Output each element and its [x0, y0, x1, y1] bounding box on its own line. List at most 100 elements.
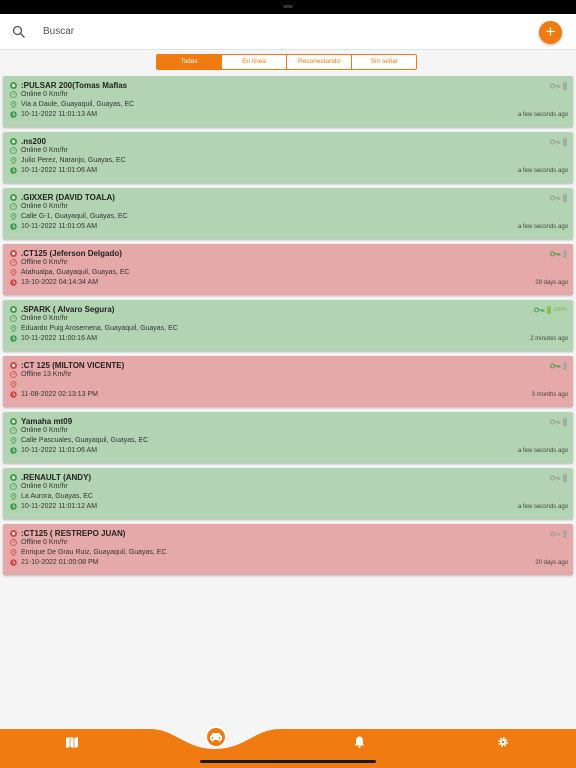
tab-reconectando[interactable]: Reconectando: [286, 54, 352, 70]
battery-icon: [563, 418, 567, 426]
last-update-relative: 2 minutes ago: [530, 336, 568, 342]
key-icon: [550, 195, 561, 201]
device-card[interactable]: Yamaha mt09 Online 0 Km/hr Calle Pascual…: [3, 412, 573, 463]
device-address: Calle Pascuales, Guayaquil, Guayas, EC: [21, 437, 149, 444]
filter-tabs: Todas En línea Reconectando Sin señal: [156, 54, 417, 70]
location-pin-icon: [10, 381, 17, 388]
device-status-icons: [550, 82, 567, 90]
device-card[interactable]: .ns200 Online 0 Km/hr Julio Perez, Naran…: [3, 132, 573, 183]
device-timestamp: 10-11-2022 11:01:06 AM: [21, 167, 98, 174]
speedometer-icon: [10, 315, 17, 322]
device-name: :CT125 ( RESTREPO JUAN): [21, 529, 126, 538]
speedometer-icon: [10, 483, 17, 490]
clock-icon: [10, 223, 17, 230]
device-status: Online 0 Km/hr: [21, 483, 68, 490]
battery-icon: [563, 362, 567, 370]
device-address: Eduardo Puig Arosemena, Guayaquil, Guaya…: [21, 325, 178, 332]
key-icon: [550, 139, 561, 145]
device-status: Offline 13 Km/hr: [21, 371, 72, 378]
gear-icon[interactable]: [497, 736, 509, 748]
map-icon[interactable]: [66, 737, 78, 748]
status-dot-icon: [10, 530, 17, 537]
last-update-relative: 20 days ago: [535, 560, 568, 566]
clock-icon: [10, 559, 17, 566]
location-pin-icon: [10, 269, 17, 276]
battery-icon: [563, 530, 567, 538]
battery-icon: [563, 194, 567, 202]
tab-todas[interactable]: Todas: [156, 54, 222, 70]
device-card[interactable]: :CT 125 (MILTON VICENTE) Offline 13 Km/h…: [3, 356, 573, 407]
device-card[interactable]: .GIXXER (DAVID TOALA) Online 0 Km/hr Cal…: [3, 188, 573, 239]
device-address: La Aurora, Guayas, EC: [21, 493, 93, 500]
location-pin-icon: [10, 437, 17, 444]
status-dot-icon: [10, 82, 17, 89]
speedometer-icon: [10, 203, 17, 210]
add-device-button[interactable]: +: [539, 21, 562, 44]
key-icon: [550, 475, 561, 481]
clock-icon: [10, 167, 17, 174]
speedometer-icon: [10, 539, 17, 546]
device-address: Enrique De Grau Ruiz, Guayaquil, Guayas,…: [21, 549, 167, 556]
device-status-icons: [550, 474, 567, 482]
search-header: Buscar +: [0, 14, 576, 50]
device-status: Online 0 Km/hr: [21, 315, 68, 322]
clock-icon: [10, 391, 17, 398]
location-pin-icon: [10, 157, 17, 164]
key-icon: [550, 83, 561, 89]
device-name: .SPARK ( Alvaro Segura): [21, 305, 115, 314]
location-pin-icon: [10, 493, 17, 500]
device-card[interactable]: .SPARK ( Alvaro Segura) Online 0 Km/hr E…: [3, 300, 573, 351]
device-list: :PULSAR 200(Tomas Maflas Online 0 Km/hr …: [3, 76, 573, 580]
device-address: Atahualpa, Guayaquil, Guayas, EC: [21, 269, 130, 276]
last-update-relative: 28 days ago: [535, 280, 568, 286]
device-card[interactable]: :PULSAR 200(Tomas Maflas Online 0 Km/hr …: [3, 76, 573, 127]
location-pin-icon: [10, 325, 17, 332]
device-name: .CT125 (Jeferson Delgado): [21, 249, 122, 258]
last-update-relative: a few seconds ago: [517, 224, 568, 230]
clock-icon: [10, 111, 17, 118]
search-icon[interactable]: [12, 25, 26, 39]
status-dot-icon: [10, 250, 17, 257]
device-status-icons: [550, 250, 567, 258]
device-card[interactable]: .CT125 (Jeferson Delgado) Offline 0 Km/h…: [3, 244, 573, 295]
device-card[interactable]: :CT125 ( RESTREPO JUAN) Offline 0 Km/hr …: [3, 524, 573, 575]
device-status: Offline 0 Km/hr: [21, 259, 68, 266]
speedometer-icon: [10, 147, 17, 154]
device-timestamp: 13-10-2022 04:14:34 AM: [21, 279, 99, 286]
battery-percent: 100%: [552, 307, 567, 313]
device-timestamp: 10-11-2022 11:01:06 AM: [21, 447, 98, 454]
status-dot-icon: [10, 194, 17, 201]
device-timestamp: 10-11-2022 11:01:12 AM: [21, 503, 98, 510]
status-dot-icon: [10, 474, 17, 481]
device-status-icons: [550, 418, 567, 426]
key-icon: [550, 419, 561, 425]
battery-icon: [546, 306, 551, 314]
device-address: Calle G-1, Guayaquil, Guayas, EC: [21, 213, 128, 220]
status-bar: [0, 0, 576, 14]
search-input[interactable]: Buscar: [43, 26, 74, 37]
device-status: Online 0 Km/hr: [21, 427, 68, 434]
device-status: Online 0 Km/hr: [21, 91, 68, 98]
device-status-icons: [550, 138, 567, 146]
device-name: Yamaha mt09: [21, 417, 73, 426]
device-card[interactable]: .RENAULT (ANDY) Online 0 Km/hr La Aurora…: [3, 468, 573, 519]
tab-sin-senal[interactable]: Sin señal: [351, 54, 417, 70]
device-name: .GIXXER (DAVID TOALA): [21, 193, 115, 202]
status-dot-icon: [10, 362, 17, 369]
clock-icon: [10, 503, 17, 510]
home-indicator: [200, 760, 376, 763]
tab-en-linea[interactable]: En línea: [221, 54, 287, 70]
device-status: Online 0 Km/hr: [21, 203, 68, 210]
clock-icon: [10, 447, 17, 454]
last-update-relative: a few seconds ago: [517, 448, 568, 454]
last-update-relative: a few seconds ago: [517, 504, 568, 510]
device-name: :CT 125 (MILTON VICENTE): [21, 361, 125, 370]
camera-notch: [283, 5, 293, 8]
last-update-relative: a few seconds ago: [517, 112, 568, 118]
device-name: :PULSAR 200(Tomas Maflas: [21, 81, 128, 90]
speedometer-icon: [10, 427, 17, 434]
device-status-icons: [550, 362, 567, 370]
bell-icon[interactable]: [354, 736, 365, 748]
device-name: .ns200: [21, 137, 46, 146]
status-dot-icon: [10, 418, 17, 425]
